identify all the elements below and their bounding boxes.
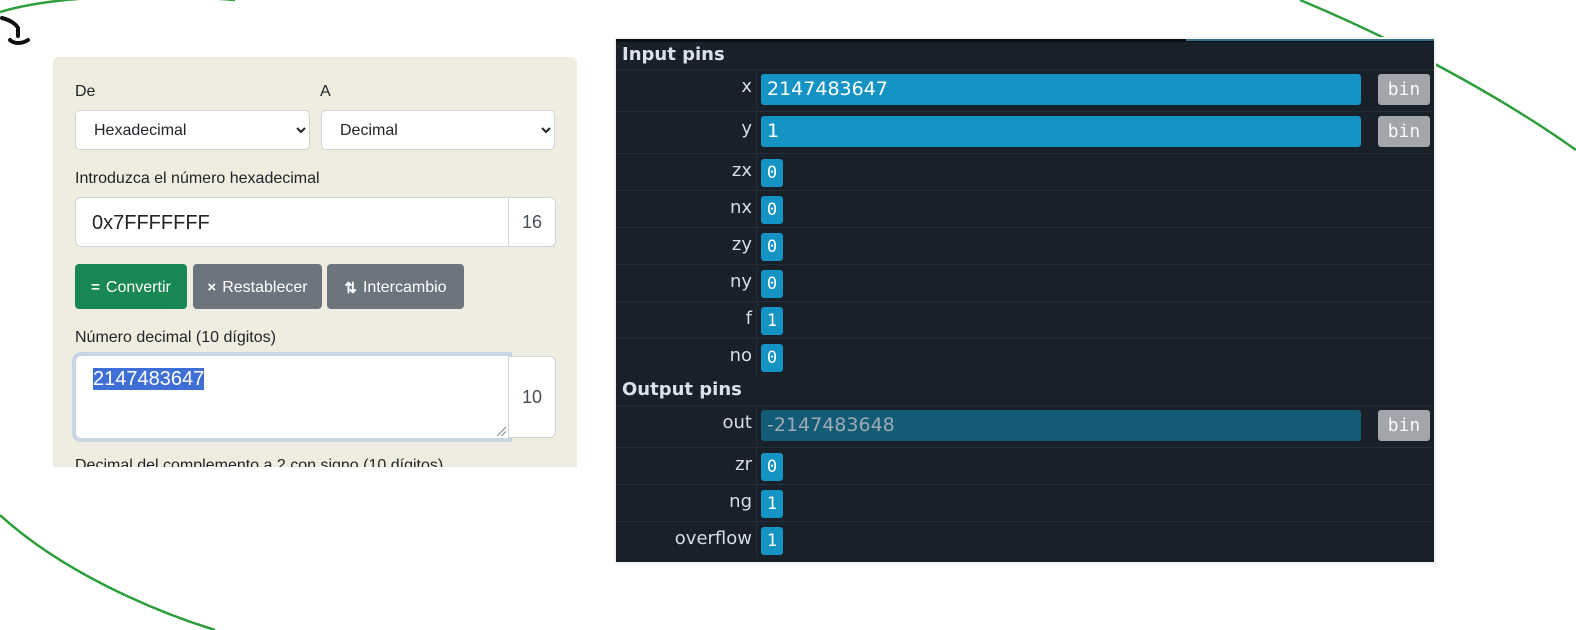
output-number-label: Número decimal (10 dígitos) — [75, 329, 276, 346]
base-converter-panel: De A Hexadecimal Decimal Introduzca el n… — [53, 57, 577, 467]
pin-row-no: no 0 — [616, 338, 1434, 376]
pin-name: out — [722, 412, 752, 433]
pin-row-zx: zx 0 — [616, 153, 1434, 191]
pin-name: nx — [729, 197, 752, 218]
pin-bit-zy[interactable]: 0 — [761, 233, 783, 261]
pin-name: no — [729, 345, 752, 366]
pin-divider — [756, 112, 757, 154]
pin-row-zr: zr 0 — [616, 447, 1434, 485]
resize-grip-icon[interactable] — [497, 427, 506, 436]
pin-name: x — [741, 76, 752, 97]
curve-top-left — [0, 0, 235, 14]
x-icon: × — [207, 279, 217, 296]
swap-arrows-icon: ⇅ — [344, 279, 357, 297]
pin-divider — [756, 228, 757, 265]
equals-icon: = — [91, 279, 100, 296]
ink-glyph-icon — [0, 16, 30, 45]
to-base-select[interactable]: Decimal — [321, 110, 555, 150]
swap-label: Intercambio — [362, 278, 447, 296]
bin-toggle-button[interactable]: bin — [1378, 116, 1430, 147]
bin-toggle-button[interactable]: bin — [1378, 410, 1430, 441]
pin-bit-nx[interactable]: 0 — [761, 196, 783, 224]
pin-row-x: x 2147483647 bin — [616, 69, 1434, 112]
pin-row-ny: ny 0 — [616, 264, 1434, 302]
pin-bit-overflow: 1 — [761, 527, 783, 555]
pin-row-zy: zy 0 — [616, 227, 1434, 265]
pin-divider — [756, 302, 757, 339]
to-label: A — [320, 83, 331, 100]
reset-label: Restablecer — [222, 278, 308, 296]
from-base-select[interactable]: Hexadecimal — [75, 110, 310, 150]
pin-bit-f[interactable]: 1 — [761, 307, 783, 335]
pin-name: zr — [735, 454, 752, 475]
pin-row-out: out -2147483648 bin — [616, 405, 1434, 448]
curve-bottom-left — [0, 514, 216, 630]
input-number-label: Introduzca el número hexadecimal — [75, 170, 320, 187]
pin-value-y[interactable]: 1 — [761, 116, 1361, 147]
convert-button[interactable]: = Convertir — [75, 264, 187, 309]
convert-label: Convertir — [105, 278, 171, 296]
pin-divider — [756, 191, 757, 228]
output-base-addon: 10 — [508, 356, 556, 438]
pin-row-overflow: overflow 1 — [616, 521, 1434, 559]
pin-row-ng: ng 1 — [616, 484, 1434, 522]
pin-divider — [756, 70, 757, 112]
pin-divider — [756, 448, 757, 485]
pin-bit-no[interactable]: 0 — [761, 344, 783, 372]
section-header: Input pins — [622, 44, 725, 65]
decimal-output-textarea[interactable]: 2147483647 — [75, 355, 509, 439]
pin-name: y — [741, 118, 752, 139]
pin-row-f: f1 — [616, 301, 1434, 339]
pins-panel: Input pins x 2147483647 bin y 1 bin zx 0 nx 0 zy 0 ny… — [614, 37, 1436, 564]
pin-divider — [756, 154, 757, 191]
pin-name: zx — [731, 160, 752, 181]
bin-toggle-button[interactable]: bin — [1378, 74, 1430, 105]
panel-top-accent — [1186, 39, 1434, 41]
pin-bit-ny[interactable]: 0 — [761, 270, 783, 298]
input-base-addon: 16 — [508, 197, 556, 247]
section-header: Output pins — [622, 379, 742, 400]
pin-name: f — [745, 308, 752, 329]
twos-complement-label: Decimal del complemento a 2 con signo (1… — [75, 457, 444, 467]
pin-name: zy — [731, 234, 752, 255]
selected-output-text: 2147483647 — [93, 368, 205, 390]
swap-button[interactable]: ⇅ Intercambio — [327, 264, 464, 309]
pin-name: ng — [729, 491, 752, 512]
pin-value-x[interactable]: 2147483647 — [761, 74, 1361, 105]
pin-bit-ng: 1 — [761, 490, 783, 518]
pin-name: ny — [729, 271, 752, 292]
pin-bit-zr: 0 — [761, 453, 783, 481]
from-label: De — [75, 83, 96, 100]
pin-divider — [756, 265, 757, 302]
pin-row-y: y 1 bin — [616, 111, 1434, 154]
pin-name: overflow — [674, 528, 752, 549]
pin-value-out: -2147483648 — [761, 410, 1361, 441]
reset-button[interactable]: × Restablecer — [193, 264, 322, 309]
pin-divider — [756, 406, 757, 448]
pin-divider — [756, 339, 757, 376]
pin-bit-zx[interactable]: 0 — [761, 159, 783, 187]
pin-divider — [756, 485, 757, 522]
pin-row-nx: nx 0 — [616, 190, 1434, 228]
hex-number-input[interactable]: 0x7FFFFFFF — [75, 197, 509, 247]
pin-divider — [756, 522, 757, 559]
